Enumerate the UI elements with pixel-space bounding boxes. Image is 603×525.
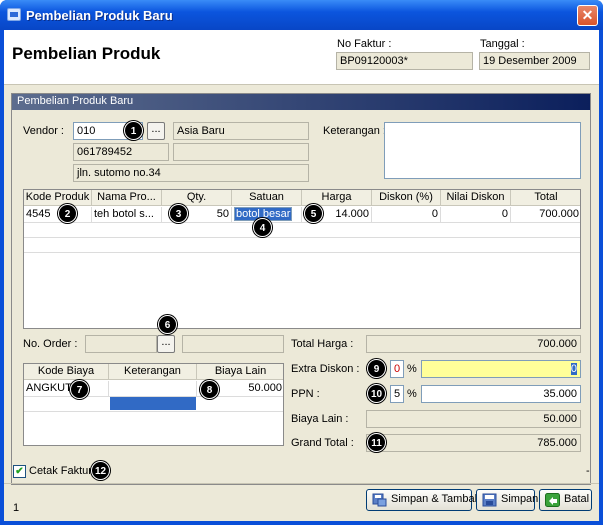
- cell-diskon[interactable]: 0: [372, 207, 441, 222]
- badge-1: 1: [124, 121, 143, 140]
- footer-divider: [4, 483, 599, 484]
- col-diskon[interactable]: Diskon (%): [372, 190, 441, 206]
- no-faktur-label: No Faktur :: [337, 38, 392, 50]
- header: Pembelian Produk No Faktur : BP09120003*…: [4, 30, 599, 85]
- col-nilai-diskon[interactable]: Nilai Diskon: [441, 190, 511, 206]
- app-icon: [7, 8, 21, 21]
- ppn-pct-input[interactable]: 5: [390, 385, 404, 403]
- cell-kode-biaya[interactable]: ANGKUT: [24, 381, 109, 396]
- keterangan-textarea[interactable]: [384, 122, 581, 179]
- vendor-phone-field: 061789452: [73, 143, 169, 161]
- grid-line: [24, 237, 580, 238]
- col-keterangan[interactable]: Keterangan: [109, 364, 197, 380]
- col-qty[interactable]: Qty.: [162, 190, 232, 206]
- cost-grid[interactable]: Kode Biaya Keterangan Biaya Lain ANGKUT …: [23, 363, 284, 446]
- cell-nilai-diskon[interactable]: 0: [441, 207, 511, 222]
- back-arrow-icon: [545, 493, 560, 507]
- vendor-address-field: jln. sutomo no.34: [73, 164, 309, 182]
- total-harga-label: Total Harga :: [291, 338, 354, 350]
- pct-sign: %: [407, 363, 417, 375]
- badge-3: 3: [169, 204, 188, 223]
- product-grid[interactable]: Kode Produk Nama Pro... Qty. Satuan Harg…: [23, 189, 581, 329]
- window-title: Pembelian Produk Baru: [26, 8, 173, 23]
- keterangan-label: Keterangan :: [323, 125, 386, 137]
- badge-4: 4: [253, 218, 272, 237]
- cetak-faktur-checkbox[interactable]: ✔: [13, 465, 26, 478]
- grid-line: [24, 411, 283, 412]
- col-biaya-lain[interactable]: Biaya Lain: [197, 364, 283, 380]
- window: Pembelian Produk Baru ✕ Pembelian Produk…: [0, 0, 603, 525]
- pct-sign: %: [407, 388, 417, 400]
- vendor-extra-field: [173, 143, 309, 161]
- badge-11: 11: [367, 433, 386, 452]
- batal-label: Batal: [564, 493, 590, 505]
- extra-diskon-selected[interactable]: 0: [570, 363, 577, 375]
- grand-total-label: Grand Total :: [291, 437, 354, 449]
- simpan-tambah-button[interactable]: Simpan & Tambah: [366, 489, 481, 511]
- badge-8: 8: [200, 380, 219, 399]
- ppn-label: PPN :: [291, 388, 320, 400]
- save-add-icon: [372, 493, 387, 507]
- badge-6: 6: [158, 315, 177, 334]
- badge-7: 7: [70, 380, 89, 399]
- badge-12: 12: [91, 461, 110, 480]
- total-harga-field: 700.000: [366, 335, 581, 353]
- col-total[interactable]: Total: [511, 190, 580, 206]
- badge-2: 2: [58, 204, 77, 223]
- simpan-button[interactable]: Simpan: [476, 489, 539, 511]
- extra-diskon-pct-input[interactable]: 0: [390, 360, 404, 378]
- col-nama-produk[interactable]: Nama Pro...: [92, 190, 162, 206]
- grid-line: [24, 252, 580, 253]
- badge-9: 9: [367, 359, 386, 378]
- cell-keterangan[interactable]: [109, 381, 197, 396]
- client-area: Pembelian Produk No Faktur : BP09120003*…: [4, 30, 599, 521]
- status-right: -: [586, 465, 590, 477]
- page-title: Pembelian Produk: [12, 44, 161, 63]
- order-browse-button[interactable]: ...: [157, 335, 175, 353]
- groupbox-title: Pembelian Produk Baru: [12, 94, 590, 110]
- col-kode-biaya[interactable]: Kode Biaya: [24, 364, 109, 380]
- pembelian-groupbox: Pembelian Produk Baru Vendor : 010 1 ...…: [11, 93, 591, 485]
- order-extra-field: [182, 335, 284, 353]
- no-faktur-field: BP09120003*: [336, 52, 473, 70]
- no-order-label: No. Order :: [23, 338, 78, 350]
- cell-nama-produk[interactable]: teh botol s...: [92, 207, 162, 222]
- grid-line: [24, 222, 580, 223]
- badge-5: 5: [304, 204, 323, 223]
- close-button[interactable]: ✕: [577, 5, 598, 26]
- no-order-field: [85, 335, 157, 353]
- ppn-value-input[interactable]: 35.000: [421, 385, 581, 403]
- tanggal-field: 19 Desember 2009: [479, 52, 590, 70]
- title-bar[interactable]: Pembelian Produk Baru ✕: [0, 0, 603, 30]
- biaya-lain-field: 50.000: [366, 410, 581, 428]
- simpan-tambah-label: Simpan & Tambah: [391, 493, 481, 505]
- simpan-label: Simpan: [501, 493, 539, 505]
- cetak-faktur-label[interactable]: Cetak Faktur: [29, 465, 92, 477]
- extra-diskon-value-input[interactable]: 0: [421, 360, 581, 378]
- vendor-label: Vendor :: [23, 125, 64, 137]
- cell-total[interactable]: 700.000: [511, 207, 580, 222]
- col-kode-produk[interactable]: Kode Produk: [24, 190, 92, 206]
- extra-diskon-label: Extra Diskon :: [291, 363, 360, 375]
- col-satuan[interactable]: Satuan: [232, 190, 302, 206]
- biaya-lain-label: Biaya Lain :: [291, 413, 349, 425]
- selected-cell[interactable]: [110, 397, 196, 410]
- status-left: 1: [13, 502, 20, 514]
- vendor-browse-button[interactable]: ...: [147, 122, 165, 140]
- vendor-name-field: Asia Baru: [173, 122, 309, 140]
- grand-total-field: 785.000: [366, 434, 581, 452]
- badge-10: 10: [367, 384, 386, 403]
- tanggal-label: Tanggal :: [480, 38, 525, 50]
- batal-button[interactable]: Batal: [539, 489, 592, 511]
- save-icon: [482, 493, 497, 507]
